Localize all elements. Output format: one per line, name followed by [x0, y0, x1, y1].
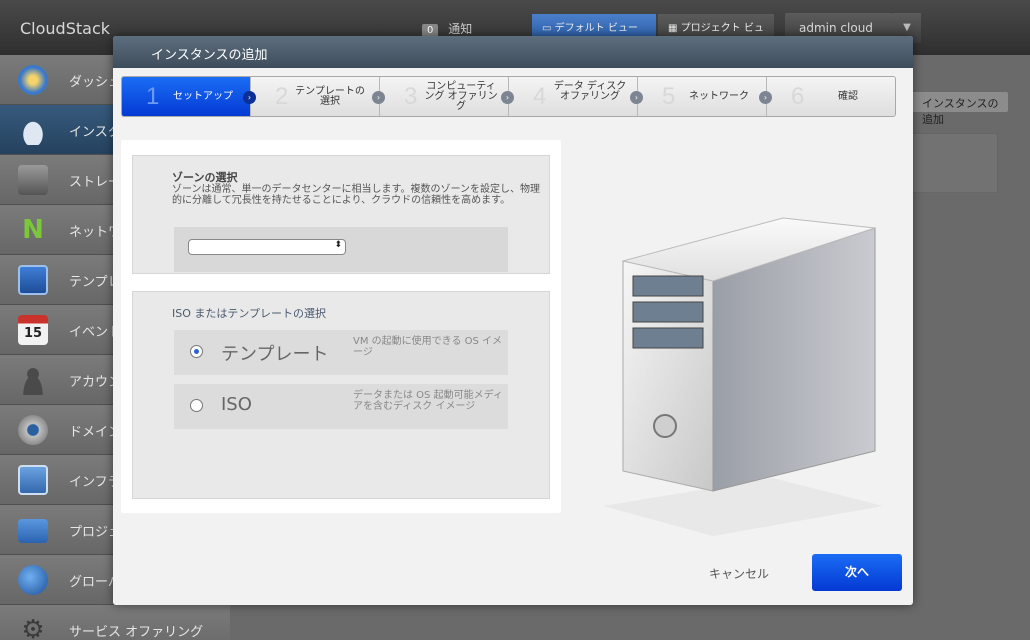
gear-icon: ⚙ [21, 615, 45, 640]
folder-icon: ▭ [542, 23, 555, 34]
step-number: 2 [275, 83, 289, 110]
domain-icon [18, 415, 48, 445]
step-label: 確認 [838, 91, 858, 102]
step-number: 6 [791, 83, 805, 110]
zone-title: ゾーンの選択 [172, 171, 238, 184]
step-number: 5 [662, 83, 676, 110]
cancel-button[interactable]: キャンセル [709, 565, 769, 582]
chevron-right-icon: › [759, 91, 772, 104]
template-icon [18, 265, 48, 295]
notifications[interactable]: 0 通知 [422, 20, 472, 37]
step-select-template[interactable]: 2 テンプレートの選択 › [251, 77, 385, 116]
zone-section: ゾーンの選択 ゾーンは通常、単一のデータセンターに相当します。複数のゾーンを設定… [132, 155, 550, 274]
notifications-label: 通知 [448, 22, 473, 36]
step-label: ネットワーク [689, 91, 749, 102]
sidebar-item-service-offerings[interactable]: ⚙ サービス オファリング [0, 605, 230, 640]
step-number: 4 [533, 83, 547, 110]
iso-template-title: ISO またはテンプレートの選択 [172, 307, 327, 320]
step-label: セットアップ [173, 91, 233, 102]
account-icon [18, 365, 48, 395]
step-network[interactable]: 5 ネットワーク › [638, 77, 772, 116]
step-review[interactable]: 6 確認 [767, 77, 895, 116]
iso-radio[interactable] [190, 399, 203, 412]
cloud-icon [18, 115, 48, 145]
sidebar-item-label: サービス オファリング [69, 625, 204, 640]
option-template[interactable]: テンプレート VM の起動に使用できる OS イメージ [174, 330, 508, 375]
zone-select[interactable]: ⬍ [188, 239, 346, 255]
chevron-right-icon: › [243, 91, 256, 104]
option-label: テンプレート [221, 344, 329, 365]
chevron-right-icon: › [372, 91, 385, 104]
iso-template-section: ISO またはテンプレートの選択 テンプレート VM の起動に使用できる OS … [132, 291, 550, 499]
project-icon: ▦ [668, 23, 681, 34]
network-icon: N [22, 215, 44, 245]
step-number: 1 [146, 83, 160, 110]
infrastructure-icon [18, 465, 48, 495]
step-label: テンプレートの選択 [295, 86, 365, 107]
wizard-steps: 1 セットアップ › 2 テンプレートの選択 › 3 コンピューティング オファ… [121, 76, 896, 117]
zone-description: ゾーンは通常、単一のデータセンターに相当します。複数のゾーンを設定し、物理的に分… [172, 184, 540, 206]
select-arrows-icon: ⬍ [334, 240, 342, 250]
option-iso[interactable]: ISO データまたは OS 起動可能メディアを含むディスク イメージ [174, 384, 508, 429]
step-label: コンピューティング オファリング [424, 81, 498, 112]
dialog-title: インスタンスの追加 [113, 36, 913, 68]
next-button[interactable]: 次へ [812, 554, 902, 591]
zone-select-container: ⬍ [174, 227, 508, 272]
setup-panel: ゾーンの選択 ゾーンは通常、単一のデータセンターに相当します。複数のゾーンを設定… [121, 140, 561, 513]
option-description: データまたは OS 起動可能メディアを含むディスク イメージ [353, 390, 503, 412]
template-radio[interactable] [190, 345, 203, 358]
default-view-label: デフォルト ビュー [554, 23, 638, 34]
add-instance-dialog: インスタンスの追加 1 セットアップ › 2 テンプレートの選択 › 3 コンピ… [113, 36, 913, 605]
step-number: 3 [404, 83, 418, 110]
globe-icon [18, 565, 48, 595]
folder-icon [18, 519, 48, 543]
app-logo: CloudStack [20, 19, 110, 38]
step-label: データ ディスク オファリング [553, 81, 627, 102]
storage-icon [18, 165, 48, 195]
chevron-right-icon: › [501, 91, 514, 104]
add-instance-button[interactable]: インスタンスの追加 [908, 92, 1008, 126]
step-setup[interactable]: 1 セットアップ › [122, 77, 256, 116]
step-data-disk-offering[interactable]: 4 データ ディスク オファリング › [509, 77, 643, 116]
chevron-right-icon: › [630, 91, 643, 104]
option-label: ISO [221, 394, 252, 415]
step-compute-offering[interactable]: 3 コンピューティング オファリング › [380, 77, 514, 116]
option-description: VM の起動に使用できる OS イメージ [353, 336, 503, 358]
server-illustration [603, 217, 883, 536]
calendar-icon: 15 [18, 315, 48, 345]
dashboard-icon [18, 65, 48, 95]
